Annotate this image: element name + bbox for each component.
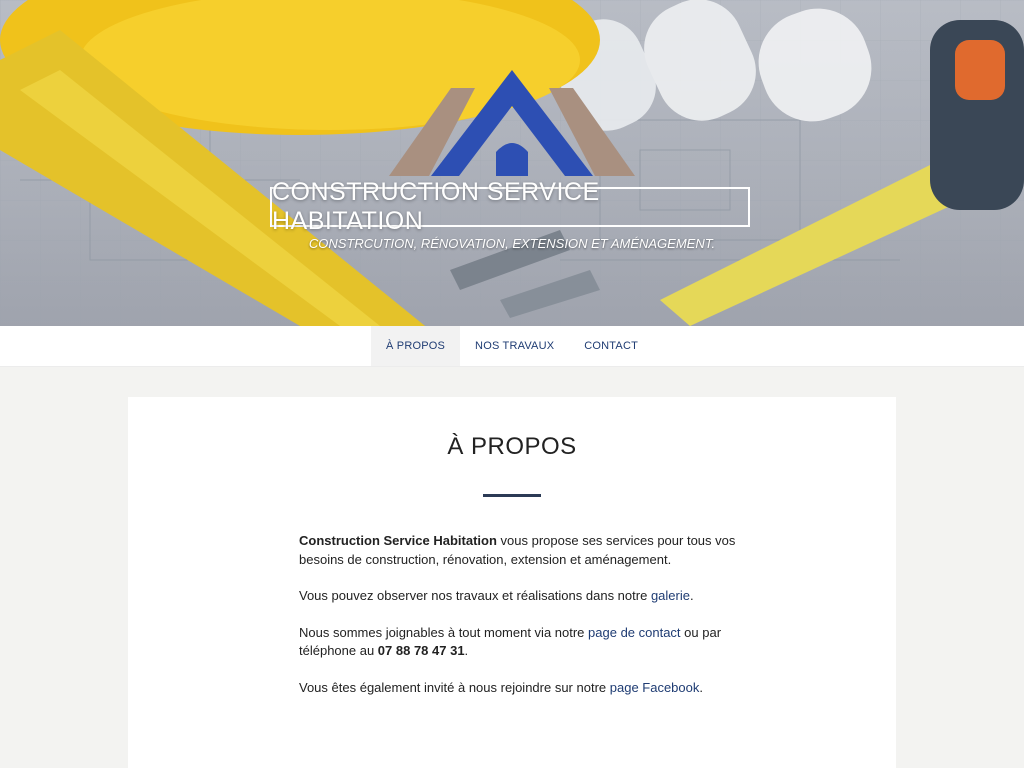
house-roof-logo	[389, 70, 635, 176]
gallery-link[interactable]: galerie	[651, 588, 690, 603]
main-nav: À PROPOS NOS TRAVAUX CONTACT	[0, 326, 1024, 367]
nav-item-contact[interactable]: CONTACT	[569, 326, 653, 366]
contact-page-link[interactable]: page de contact	[588, 625, 681, 640]
contact-text: Nous sommes joignables à tout moment via…	[299, 624, 589, 640]
company-name: Construction Service Habitation	[299, 533, 497, 548]
facebook-paragraph: Vous êtes également invité à nous rejoin…	[299, 679, 739, 698]
facebook-text: Vous êtes également invité à nous rejoin…	[299, 679, 610, 695]
gallery-text: Vous pouvez observer nos travaux et réal…	[299, 588, 651, 603]
facebook-period: .	[699, 679, 703, 695]
gallery-paragraph: Vous pouvez observer nos travaux et réal…	[299, 587, 739, 606]
facebook-link[interactable]: page Facebook	[610, 680, 700, 695]
phone-number: 07 88 78 47 31	[377, 643, 465, 658]
page-title: À PROPOS	[447, 433, 577, 460]
nav-item-a-propos[interactable]: À PROPOS	[370, 326, 461, 366]
contact-paragraph: Nous sommes joignables à tout moment via…	[299, 624, 739, 661]
site-tagline: CONSTRCUTION, RÉNOVATION, EXTENSION ET A…	[308, 236, 716, 251]
intro-paragraph: Construction Service Habitation vous pro…	[299, 532, 739, 569]
nav-item-nos-travaux[interactable]: NOS TRAVAUX	[460, 326, 569, 366]
contact-period: .	[464, 643, 469, 658]
hero-banner: CONSTRUCTION SERVICE HABITATION CONSTRCU…	[0, 0, 1024, 326]
content-card: À PROPOS Construction Service Habitation…	[128, 397, 896, 768]
about-text: Construction Service Habitation vous pro…	[299, 532, 739, 715]
gallery-period: .	[689, 588, 694, 603]
site-title[interactable]: CONSTRUCTION SERVICE HABITATION	[270, 178, 750, 235]
title-divider	[483, 494, 541, 497]
